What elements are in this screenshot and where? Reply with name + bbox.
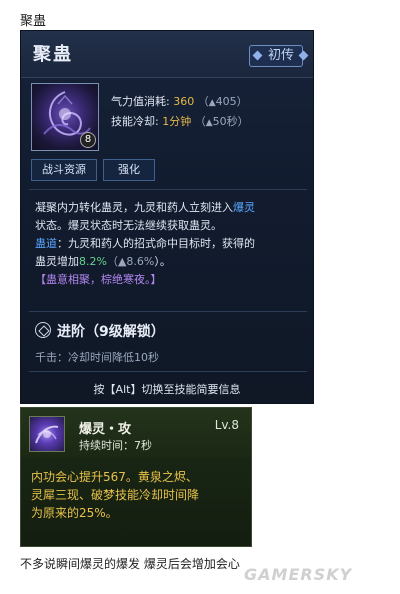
advance-title: 进阶（9级解锁） [57,324,165,340]
cooldown-next: 50秒 [212,115,238,128]
swirling-purple-gu-icon[interactable]: 8 [31,83,99,151]
divider [29,311,307,312]
up-arrow-icon: ▲ [205,118,213,128]
cooldown-label: 技能冷却: [111,115,159,128]
skill-level-badge: 8 [80,132,96,148]
rank-badge-label: 初传 [267,48,294,63]
skill-tooltip-panel: 聚蛊 初传 8 气力值消耗: 360 （▲405） 技能冷却: 1分钟 （▲50… [20,30,314,404]
switch-info-hint: 按【Alt】切换至技能简要信息 [93,383,241,396]
caption: 不多说瞬间爆灵的爆发 爆灵后会增加会心 [20,557,240,571]
buff-desc-line: 为原来的25%。 [31,506,118,520]
buff-tooltip-panel: 爆灵・攻 Lv.8 持续时间：7秒 内功会心提升567。黄泉之烬、 灵犀三现、破… [20,407,252,547]
cooldown-value: 1分钟 [162,115,192,128]
advance-subtitle: 千击：冷却时间降低10秒 [35,351,159,364]
desc-flavor-line: 【蛊意相聚，棕绝寒夜。】 [35,273,162,286]
buff-header: 爆灵・攻 Lv.8 持续时间：7秒 [21,408,251,458]
rank-badge: 初传 [248,45,309,67]
page-heading: 聚蛊 [20,14,47,29]
diamond-icon [298,50,309,61]
tag-enhance[interactable]: 强化 [103,159,155,181]
qi-cost-next: 405 [215,95,237,108]
desc-line: 凝聚内力转化蛊灵，九灵和药人立刻进入爆灵 [35,201,255,214]
qi-cost-value: 360 [173,95,195,108]
skill-title: 聚蛊 [33,44,73,65]
skill-description: 凝聚内力转化蛊灵，九灵和药人立刻进入爆灵 状态。爆灵状态时无法继续获取蛊灵。 蛊… [35,199,305,289]
buff-duration: 持续时间：7秒 [79,439,152,452]
buff-description: 内功会心提升567。黄泉之烬、 灵犀三现、破梦技能冷却时间降 为原来的25%。 [31,468,245,522]
qi-cost-row: 气力值消耗: 360 （▲405） [111,95,248,108]
advance-compass-icon [35,322,51,338]
cooldown-row: 技能冷却: 1分钟 （▲50秒） [111,115,249,128]
desc-line: 蛊道：九灵和药人的招式命中目标时，获得的 [35,237,255,250]
desc-line: 蛊灵增加8.2%（▲8.6%）。 [35,255,171,268]
buff-level: Lv.8 [214,418,239,432]
skill-header: 聚蛊 初传 [21,31,313,78]
up-arrow-icon: ▲ [208,98,216,108]
watermark: GAMERSKY [244,565,353,584]
divider [29,371,307,372]
desc-line: 状态。爆灵状态时无法继续获取蛊灵。 [35,219,222,232]
qi-cost-label: 气力值消耗: [111,95,170,108]
buff-desc-line: 灵犀三现、破梦技能冷却时间降 [31,488,200,502]
buff-desc-line: 内功会心提升567。黄泉之烬、 [31,470,198,484]
purple-burst-buff-icon[interactable] [29,416,65,452]
divider [29,189,307,190]
diamond-icon [252,50,263,61]
tag-combat-resource[interactable]: 战斗资源 [31,159,97,181]
buff-name: 爆灵・攻 [79,422,132,437]
